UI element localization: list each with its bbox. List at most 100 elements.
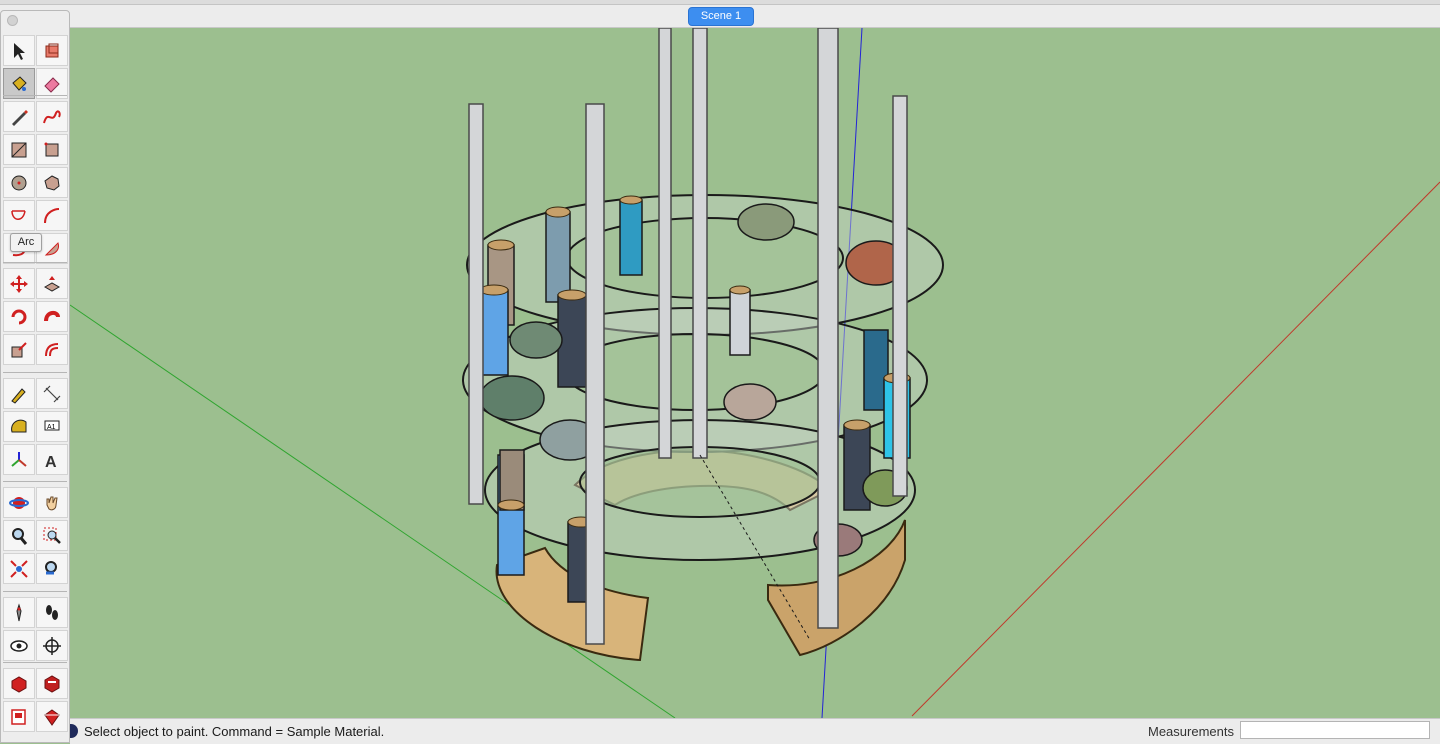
- red-axis: [911, 181, 1440, 717]
- two-point-arc-icon: [44, 207, 60, 223]
- rectangle-icon: [11, 142, 27, 157]
- section-plane-icon: [43, 636, 61, 655]
- offset-tool[interactable]: [36, 334, 68, 365]
- toolbar-divider: [3, 481, 67, 482]
- dimension-icon: [43, 385, 61, 402]
- walk-tool[interactable]: [36, 597, 68, 628]
- select-tool[interactable]: [3, 35, 35, 66]
- zoom-extents-icon: [10, 559, 28, 578]
- model-drawing: [69, 28, 1440, 718]
- position-camera-tool[interactable]: [3, 597, 35, 628]
- arrow-cursor-icon: [14, 42, 25, 60]
- extension-warehouse-icon: [44, 674, 60, 693]
- previous-view-tool[interactable]: [36, 553, 68, 584]
- jar-4: [723, 383, 777, 421]
- rotate-tool[interactable]: [3, 301, 35, 332]
- toolbar-divider: [3, 591, 67, 592]
- layout-tool[interactable]: [3, 701, 35, 732]
- line-tool[interactable]: [3, 101, 35, 132]
- zoom-window-tool[interactable]: [36, 520, 68, 551]
- polygon-tool[interactable]: [36, 167, 68, 198]
- tube-2: [479, 289, 509, 376]
- offset-icon: [45, 342, 59, 356]
- orbit-tool[interactable]: [3, 487, 35, 518]
- protractor-icon: [11, 419, 27, 432]
- hand-icon: [46, 496, 58, 510]
- text-tool[interactable]: A1: [36, 411, 68, 442]
- orbit-icon: [9, 496, 29, 509]
- ruby-gem-icon: [44, 708, 60, 726]
- protractor-tool[interactable]: [3, 411, 35, 442]
- arc-icon: [11, 209, 26, 220]
- look-around-tool[interactable]: [3, 630, 35, 661]
- section-plane-tool[interactable]: [36, 630, 68, 661]
- follow-me-icon: [44, 310, 60, 321]
- close-icon[interactable]: [7, 15, 18, 26]
- 3d-text-tool[interactable]: A: [36, 444, 68, 475]
- pan-tool[interactable]: [36, 487, 68, 518]
- freehand-tool[interactable]: [36, 101, 68, 132]
- pencil-icon: [12, 109, 28, 126]
- paint-bucket-icon: [12, 75, 27, 91]
- freehand-curve-icon: [43, 109, 61, 123]
- axes-tool[interactable]: [3, 444, 35, 475]
- rotate-icon: [11, 309, 27, 324]
- window-titlebar: [0, 0, 1440, 5]
- move-arrows-icon: [10, 274, 28, 293]
- toolbar-divider: [3, 372, 67, 373]
- model-viewport[interactable]: [0, 28, 1440, 718]
- svg-text:A1: A1: [47, 424, 56, 431]
- jar-8: [509, 321, 563, 359]
- magnifier-icon: [12, 527, 28, 545]
- pole-4: [692, 28, 708, 459]
- tube-5: [619, 199, 643, 276]
- footprints-icon: [46, 604, 58, 620]
- polygon-icon: [44, 174, 60, 191]
- axes-icon: [11, 451, 27, 467]
- push-pull-icon: [43, 275, 61, 292]
- scale-tool[interactable]: [3, 334, 35, 365]
- move-tool[interactable]: [3, 268, 35, 299]
- tool-palette: A1 A Arc: [0, 10, 70, 743]
- 3d-text-icon: A: [45, 454, 57, 470]
- measurements-label: Measurements: [1148, 724, 1234, 739]
- measurements-input[interactable]: [1240, 721, 1430, 739]
- tape-measure-tool[interactable]: [3, 378, 35, 409]
- status-bar: Select object to paint. Command = Sample…: [70, 718, 1440, 744]
- zoom-extents-tool[interactable]: [3, 553, 35, 584]
- jar-3: [479, 375, 545, 421]
- previous-view-icon: [45, 560, 57, 574]
- tape-measure-icon: [11, 387, 26, 404]
- extension-manager-tool[interactable]: [36, 701, 68, 732]
- rotated-rectangle-tool[interactable]: [36, 134, 68, 165]
- status-indicator-icon: [70, 724, 78, 738]
- zoom-tool[interactable]: [3, 520, 35, 551]
- status-message: Select object to paint. Command = Sample…: [84, 724, 385, 739]
- follow-me-tool[interactable]: [36, 301, 68, 332]
- circle-icon: [11, 175, 27, 190]
- scale-icon: [11, 341, 27, 357]
- toolbar-divider: [3, 95, 67, 96]
- position-camera-icon: [16, 602, 22, 621]
- circle-tool[interactable]: [3, 167, 35, 198]
- dimension-tool[interactable]: [36, 378, 68, 409]
- jar-1: [737, 203, 795, 241]
- rotated-rectangle-icon: [44, 142, 59, 156]
- extension-warehouse-tool[interactable]: [36, 668, 68, 699]
- toolbar-divider: [3, 662, 67, 663]
- two-point-arc-tool[interactable]: [36, 200, 68, 231]
- scene-tab[interactable]: Scene 1: [688, 7, 754, 26]
- pie-icon: [44, 241, 59, 256]
- 3d-warehouse-tool[interactable]: [3, 668, 35, 699]
- arc-tooltip: Arc: [10, 233, 42, 252]
- make-component-tool[interactable]: [36, 35, 68, 66]
- scene-tab-bar: Scene 1: [0, 0, 1440, 28]
- text-a1-icon: A1: [44, 420, 60, 431]
- eraser-icon: [44, 76, 60, 93]
- rectangle-tool[interactable]: [3, 134, 35, 165]
- toolbar-divider: [3, 262, 67, 263]
- tube-3: [545, 211, 571, 303]
- arc-tool[interactable]: [3, 200, 35, 231]
- pole-2: [585, 103, 605, 645]
- push-pull-tool[interactable]: [36, 268, 68, 299]
